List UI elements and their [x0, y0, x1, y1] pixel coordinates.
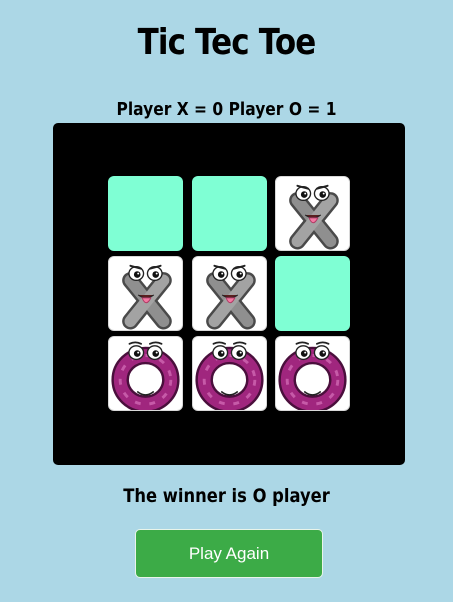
game-board [53, 123, 405, 465]
cartoon-o-icon [195, 341, 264, 410]
play-again-button[interactable]: Play Again [135, 529, 323, 578]
cartoon-o-icon [111, 341, 180, 410]
winner-message: The winner is O player [123, 485, 330, 507]
board-cell-7[interactable] [108, 336, 183, 411]
board-cell-8[interactable] [192, 336, 267, 411]
score-display: Player X = 0 Player O = 1 [116, 99, 337, 120]
board-cell-3[interactable] [275, 176, 350, 251]
board-cell-6[interactable] [275, 256, 350, 331]
board-cell-2[interactable] [192, 176, 267, 251]
board-cell-5[interactable] [192, 256, 267, 331]
cartoon-x-icon [206, 264, 256, 330]
board-cell-4[interactable] [108, 256, 183, 331]
board-cell-1[interactable] [108, 176, 183, 251]
cartoon-x-icon [289, 184, 339, 250]
game-title: Tic Tec Toe [137, 22, 317, 63]
cartoon-x-icon [122, 264, 172, 330]
board-cell-9[interactable] [275, 336, 350, 411]
cartoon-o-icon [278, 341, 347, 410]
